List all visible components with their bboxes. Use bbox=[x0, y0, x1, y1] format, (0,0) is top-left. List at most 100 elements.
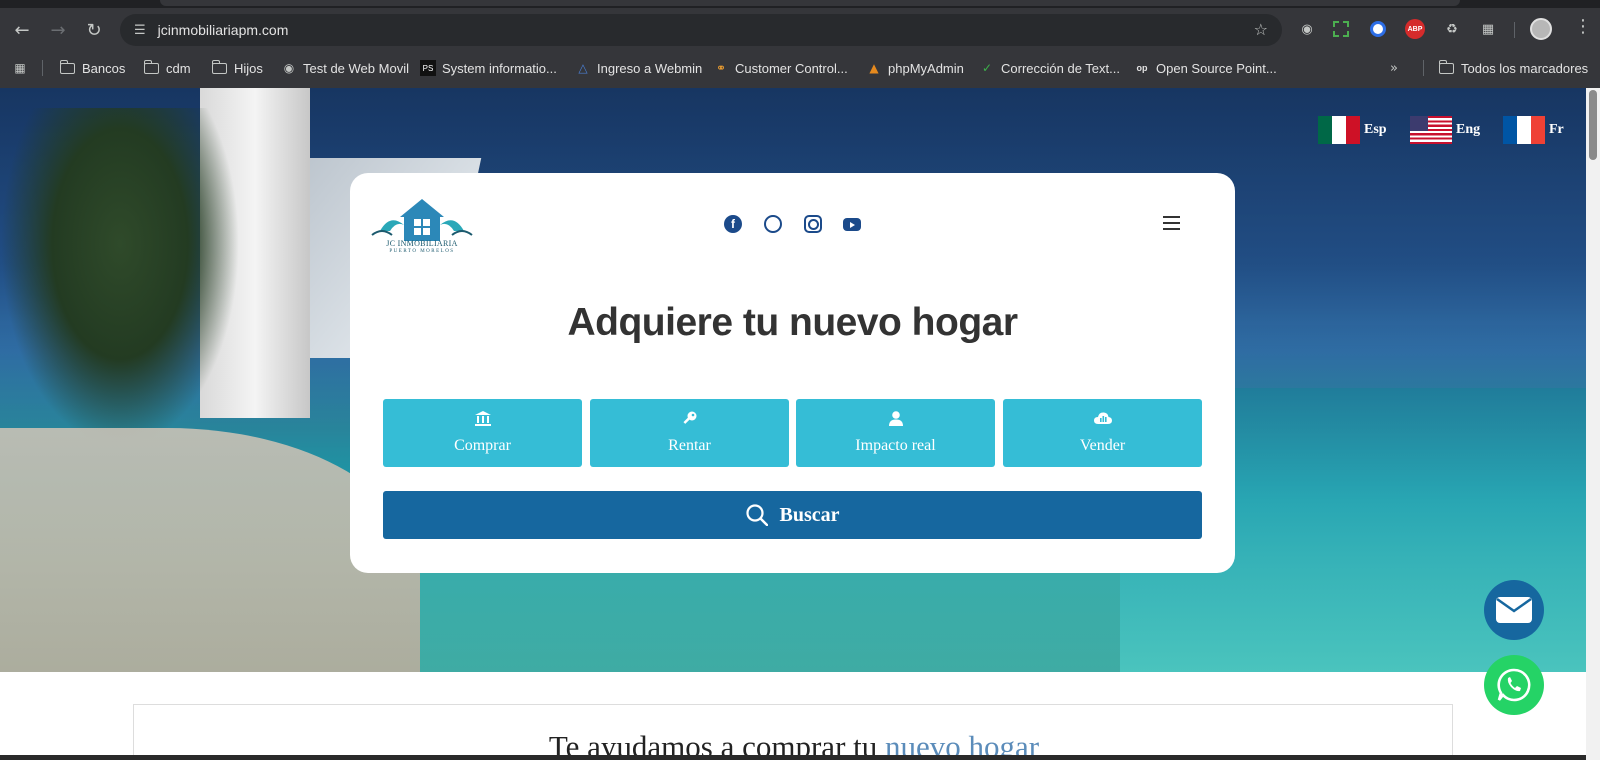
bank-icon bbox=[383, 411, 582, 426]
bookmark-system-information[interactable]: PS System informatio... bbox=[420, 54, 557, 82]
bookmark-label: Corrección de Text... bbox=[1001, 60, 1120, 76]
site-settings-icon[interactable]: ☰ bbox=[134, 23, 146, 38]
buscar-label: Buscar bbox=[779, 503, 840, 526]
webmin-icon: △ bbox=[578, 61, 588, 75]
psi-icon: PS bbox=[420, 60, 436, 76]
bookmark-label: Hijos bbox=[234, 60, 263, 76]
profile-avatar[interactable] bbox=[1530, 18, 1552, 40]
hero-card: JC INMOBILIARIA PUERTO MORELOS f Adquier… bbox=[350, 173, 1235, 573]
contact-email-button[interactable] bbox=[1484, 580, 1544, 640]
bookmark-label: Bancos bbox=[82, 60, 126, 76]
lang-esp[interactable]: Esp bbox=[1318, 116, 1387, 144]
folder-icon bbox=[211, 59, 227, 74]
tile-label: Comprar bbox=[454, 437, 511, 454]
bookmarks-bar: ▦ Bancos cdm Hijos ◉ Test de Web Movil PS… bbox=[0, 54, 1600, 82]
tab-strip bbox=[0, 0, 1600, 8]
more-bookmarks-chevron-icon[interactable]: » bbox=[1390, 54, 1398, 82]
rentar-button[interactable]: Rentar bbox=[590, 399, 789, 467]
whatsapp-chat-button[interactable] bbox=[1484, 655, 1544, 715]
bookmark-bancos[interactable]: Bancos bbox=[59, 54, 126, 82]
lang-fr[interactable]: Fr bbox=[1503, 116, 1564, 144]
tile-label: Impacto real bbox=[855, 437, 936, 454]
bookmark-cdm[interactable]: cdm bbox=[143, 54, 191, 82]
bookmark-label: Customer Control... bbox=[735, 60, 848, 76]
extensions-puzzle-icon[interactable]: ▦ bbox=[1478, 19, 1498, 39]
menu-hamburger-icon[interactable] bbox=[1163, 216, 1180, 230]
apps-grid-icon[interactable]: ▦ bbox=[12, 54, 34, 82]
lang-label: Fr bbox=[1549, 122, 1564, 137]
bookmark-correccion-texto[interactable]: ✓ Corrección de Text... bbox=[979, 54, 1120, 82]
bookmark-label: Test de Web Movil bbox=[303, 60, 409, 76]
screenshot-extension-icon[interactable] bbox=[1333, 21, 1349, 37]
bookmark-divider bbox=[42, 60, 43, 76]
bookmark-phpmyadmin[interactable]: ▲ phpMyAdmin bbox=[866, 54, 964, 82]
address-bar[interactable]: ☰ jcinmobiliariapm.com ☆ bbox=[120, 14, 1282, 46]
adblock-plus-icon[interactable]: ABP bbox=[1405, 19, 1425, 39]
lang-label: Eng bbox=[1456, 122, 1481, 137]
usa-flag bbox=[1410, 116, 1452, 144]
reload-icon[interactable]: ↻ bbox=[76, 12, 112, 48]
toolbar-divider bbox=[1514, 22, 1515, 38]
bookmark-webmin[interactable]: △ Ingreso a Webmin bbox=[575, 54, 702, 82]
browser-chrome: ← → ↻ ☰ jcinmobiliariapm.com ☆ ◉ ABP ♻ ▦… bbox=[0, 0, 1600, 88]
lang-label: Esp bbox=[1364, 122, 1387, 137]
cloud-chart-icon bbox=[1003, 411, 1202, 424]
url-text[interactable]: jcinmobiliariapm.com bbox=[158, 22, 289, 38]
folder-icon bbox=[143, 59, 159, 74]
blue-extension-icon[interactable] bbox=[1370, 21, 1386, 37]
instagram-icon[interactable] bbox=[804, 215, 822, 233]
folder-icon bbox=[1438, 59, 1454, 74]
youtube-icon[interactable] bbox=[843, 218, 861, 231]
bookmark-hijos[interactable]: Hijos bbox=[211, 54, 263, 82]
bookmark-test-web-movil[interactable]: ◉ Test de Web Movil bbox=[281, 54, 409, 82]
facebook-icon[interactable]: f bbox=[724, 215, 742, 233]
web-page: Esp Eng Fr JC INMOBILIARIA PUERTO MORELO… bbox=[0, 88, 1600, 760]
comprar-button[interactable]: Comprar bbox=[383, 399, 582, 467]
folder-icon bbox=[59, 59, 75, 74]
user-icon bbox=[796, 411, 995, 426]
impacto-real-button[interactable]: Impacto real bbox=[796, 399, 995, 467]
envelope-icon bbox=[1496, 597, 1532, 623]
bookmark-open-source-point[interactable]: op Open Source Point... bbox=[1134, 54, 1277, 82]
all-bookmarks[interactable]: Todos los marcadores bbox=[1438, 54, 1589, 82]
cpanel-icon: ⚭ bbox=[715, 61, 727, 75]
bookmark-label: Open Source Point... bbox=[1156, 60, 1277, 76]
bookmark-label: Ingreso a Webmin bbox=[597, 60, 703, 76]
all-bookmarks-label: Todos los marcadores bbox=[1461, 60, 1589, 76]
logo-name: JC INMOBILIARIA bbox=[386, 239, 458, 248]
search-icon bbox=[745, 504, 768, 526]
key-icon bbox=[590, 411, 789, 426]
lang-eng[interactable]: Eng bbox=[1410, 116, 1480, 144]
osp-icon: op bbox=[1136, 63, 1148, 73]
bookmark-label: phpMyAdmin bbox=[888, 60, 964, 76]
camera-icon[interactable]: ◉ bbox=[1297, 19, 1317, 39]
tile-label: Vender bbox=[1079, 437, 1126, 454]
bookmark-label: System informatio... bbox=[442, 60, 557, 76]
bookmark-label: cdm bbox=[166, 60, 191, 76]
globe-icon: ◉ bbox=[283, 61, 295, 75]
logo-subtitle: PUERTO MORELOS bbox=[389, 249, 455, 254]
bookmark-customer-control[interactable]: ⚭ Customer Control... bbox=[713, 54, 848, 82]
page-scrollbar[interactable] bbox=[1586, 88, 1600, 760]
tile-label: Rentar bbox=[668, 437, 711, 454]
hero-headline: Adquiere tu nuevo hogar bbox=[567, 301, 1018, 344]
forward-arrow-icon[interactable]: → bbox=[40, 12, 76, 48]
bookmark-divider bbox=[1423, 60, 1424, 76]
scrollbar-thumb[interactable] bbox=[1589, 90, 1597, 160]
intro-section: Te ayudamos a comprar tu nuevo hogar bbox=[133, 704, 1453, 760]
more-menu-icon[interactable]: ⋮ bbox=[1574, 16, 1592, 37]
back-arrow-icon[interactable]: ← bbox=[4, 12, 40, 48]
browser-toolbar: ← → ↻ ☰ jcinmobiliariapm.com ☆ bbox=[0, 8, 1600, 52]
vender-button[interactable]: Vender bbox=[1003, 399, 1202, 467]
bookmark-star-icon[interactable]: ☆ bbox=[1254, 20, 1268, 39]
hero-background: Esp Eng Fr JC INMOBILIARIA PUERTO MORELO… bbox=[0, 88, 1586, 672]
buscar-button[interactable]: Buscar bbox=[383, 491, 1202, 539]
recycle-extension-icon[interactable]: ♻ bbox=[1442, 19, 1462, 39]
phpmyadmin-icon: ▲ bbox=[869, 61, 879, 75]
mexico-flag bbox=[1318, 116, 1360, 144]
checkmark-icon: ✓ bbox=[981, 61, 993, 75]
france-flag bbox=[1503, 116, 1545, 144]
palm-tree-image bbox=[0, 108, 240, 448]
whatsapp-icon[interactable] bbox=[764, 215, 782, 233]
window-bottom-edge bbox=[0, 755, 1586, 760]
